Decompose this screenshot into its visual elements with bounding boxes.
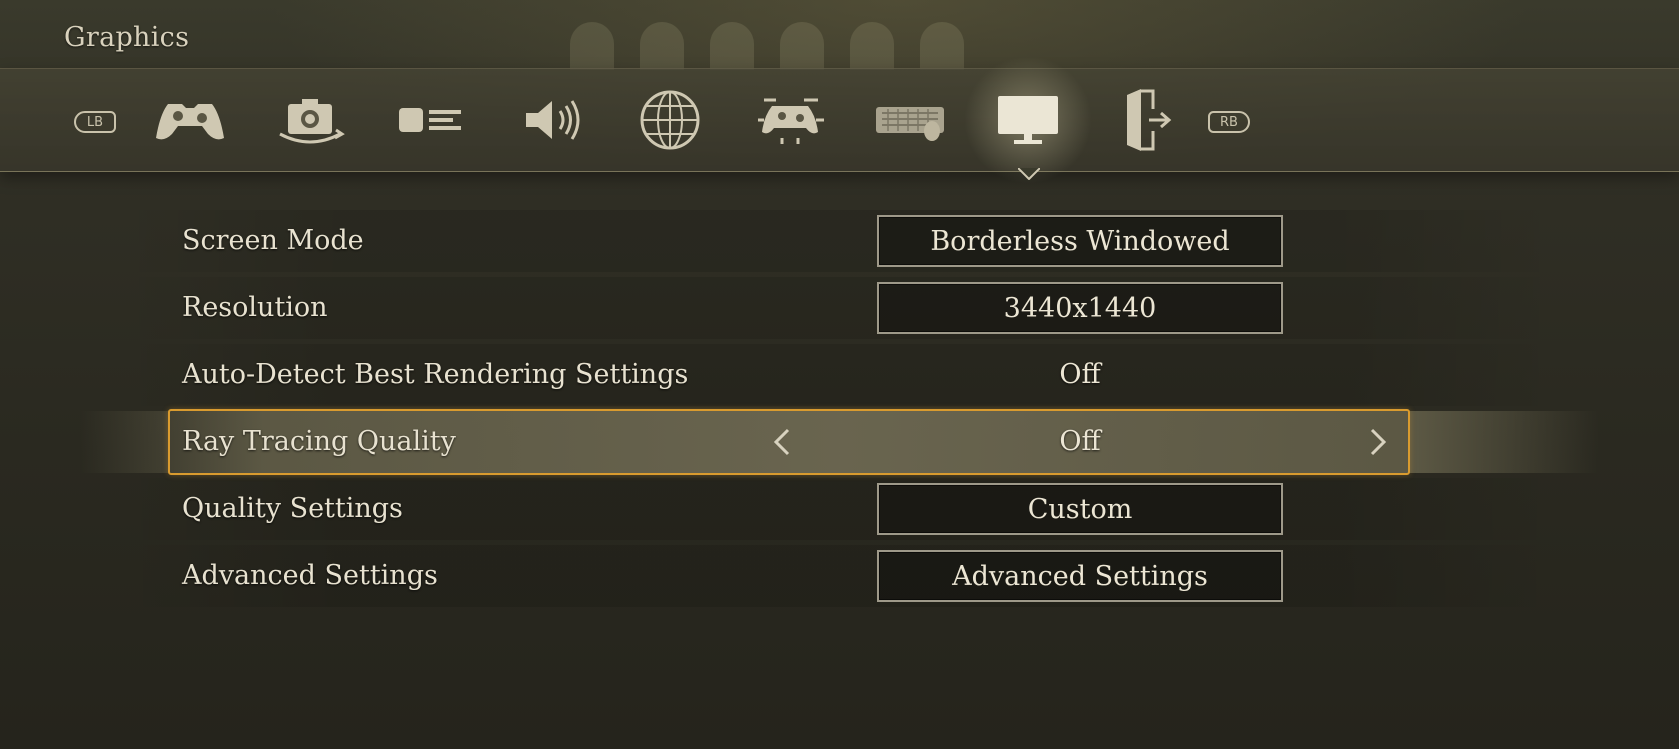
display-bars-icon	[399, 108, 461, 132]
setting-row-screen-mode[interactable]: Screen Mode Borderless Windowed	[0, 208, 1679, 274]
tab-controls[interactable]	[742, 79, 838, 161]
controller-layout-icon	[758, 98, 824, 144]
row-background	[120, 277, 1559, 339]
tab-camera[interactable]	[262, 79, 358, 161]
tab-network[interactable]	[622, 79, 718, 161]
auto-detect-value[interactable]: Off	[877, 342, 1283, 408]
setting-row-quality[interactable]: Quality Settings Custom	[0, 476, 1679, 542]
chevron-left-icon[interactable]	[766, 426, 798, 458]
resolution-value[interactable]: 3440x1440	[877, 282, 1283, 334]
settings-tab-bar: LB RB	[0, 68, 1679, 172]
camera-icon	[279, 99, 345, 144]
quality-settings-value[interactable]: Custom	[877, 483, 1283, 535]
active-tab-indicator-icon	[1018, 168, 1040, 180]
screen-mode-value[interactable]: Borderless Windowed	[877, 215, 1283, 267]
tab-controller[interactable]	[142, 79, 238, 161]
tab-display[interactable]	[382, 79, 478, 161]
exit-door-icon	[1127, 89, 1172, 151]
setting-row-auto-detect[interactable]: Auto-Detect Best Rendering Settings Off	[0, 342, 1679, 408]
ray-tracing-value: Off	[1059, 426, 1101, 457]
setting-row-advanced[interactable]: Advanced Settings Advanced Settings	[0, 543, 1679, 609]
page-title: Graphics	[64, 22, 190, 53]
controller-icon	[156, 104, 224, 140]
keyboard-mouse-icon	[876, 107, 944, 141]
setting-label: Screen Mode	[182, 225, 364, 256]
chevron-right-icon[interactable]	[1362, 426, 1394, 458]
tab-quit[interactable]	[1100, 79, 1196, 161]
setting-row-resolution[interactable]: Resolution 3440x1440	[0, 275, 1679, 341]
tab-keyboard[interactable]	[862, 79, 958, 161]
monitor-icon	[998, 96, 1058, 144]
setting-label: Auto-Detect Best Rendering Settings	[182, 359, 689, 390]
setting-label: Quality Settings	[182, 493, 403, 524]
setting-label: Ray Tracing Quality	[182, 426, 456, 457]
lb-bumper-icon[interactable]: LB	[74, 111, 116, 133]
setting-row-ray-tracing[interactable]: Ray Tracing Quality Off	[0, 409, 1679, 475]
tab-sound[interactable]	[504, 79, 600, 161]
advanced-settings-button[interactable]: Advanced Settings	[877, 550, 1283, 602]
sound-icon	[526, 100, 580, 140]
rb-bumper-icon[interactable]: RB	[1208, 111, 1250, 133]
tab-graphics[interactable]	[980, 79, 1076, 161]
setting-label: Advanced Settings	[182, 560, 438, 591]
setting-label: Resolution	[182, 292, 328, 323]
globe-icon	[640, 90, 700, 150]
